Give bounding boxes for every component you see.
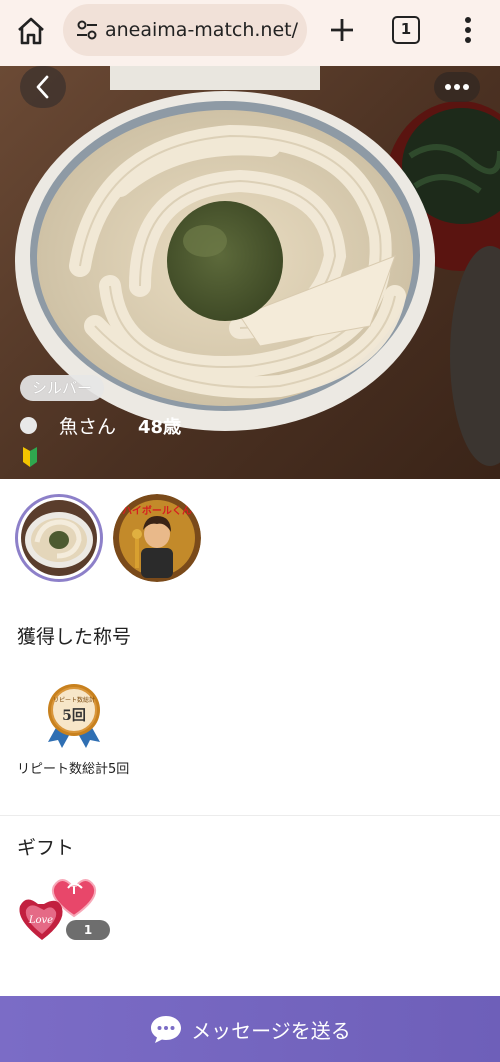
titles-heading: 獲得した称号	[17, 626, 132, 648]
gift-count-badge: 1	[66, 920, 110, 940]
medal-count: 5回	[62, 708, 86, 724]
more-vert-icon[interactable]	[456, 14, 480, 46]
chevron-left-icon	[36, 75, 49, 99]
home-icon[interactable]	[14, 14, 48, 48]
profile-age: 48歳	[138, 416, 182, 438]
send-message-label: メッセージを送る	[191, 1018, 351, 1043]
thumbnail-2[interactable]: ハイボールくん	[113, 494, 201, 582]
site-settings-icon[interactable]	[75, 18, 99, 42]
new-tab-icon[interactable]	[326, 14, 358, 46]
beginner-mark-icon	[23, 447, 37, 467]
back-button[interactable]	[20, 66, 66, 108]
more-horiz-icon	[445, 84, 469, 90]
medal-caption: リピート数総計	[53, 696, 95, 704]
section-divider	[0, 815, 500, 816]
svg-text:Love: Love	[28, 915, 53, 926]
profile-menu-button[interactable]	[434, 72, 480, 102]
profile-photo[interactable]: シルバー 魚さん 48歳	[0, 66, 500, 479]
tab-switcher-button[interactable]: 1	[392, 16, 420, 44]
repeat-medal-icon: リピート数総計 5回	[48, 684, 100, 748]
title-badge-label: リピート数総計5回	[17, 762, 130, 777]
udon-thumbnail-image	[21, 500, 97, 576]
thumbnail-1[interactable]	[15, 494, 103, 582]
rank-badge: シルバー	[20, 375, 105, 401]
profile-name-row: 魚さん 48歳	[20, 412, 181, 439]
address-bar[interactable]: aneaima-match.net/	[63, 4, 307, 56]
photo-thumbnails: ハイボールくん	[15, 494, 201, 582]
online-status-dot	[20, 417, 37, 434]
url-text: aneaima-match.net/	[105, 19, 299, 41]
thumbnail-2-caption: ハイボールくん	[122, 504, 192, 517]
gifts-heading: ギフト	[17, 837, 75, 859]
chat-bubble-icon	[151, 1016, 182, 1043]
highball-character-image: ハイボールくん	[113, 494, 201, 582]
browser-toolbar: aneaima-match.net/ 1	[0, 0, 500, 66]
send-message-button[interactable]: メッセージを送る	[0, 996, 500, 1062]
profile-name: 魚さん	[59, 416, 117, 438]
